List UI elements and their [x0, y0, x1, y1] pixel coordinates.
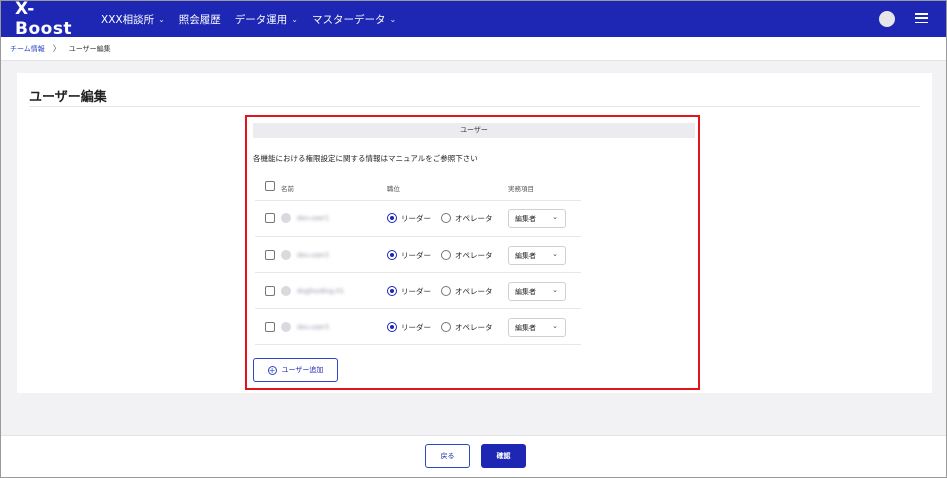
task-select-value: 編集者 — [515, 252, 536, 260]
user-avatar — [281, 213, 291, 223]
main-card: ユーザー編集 ユーザー 各機能における権限設定に関する情報はマニュアルをご参照下… — [17, 73, 932, 393]
task-select[interactable]: 編集者 ⌄ — [508, 209, 566, 228]
task-select-value: 編集者 — [515, 215, 536, 223]
role-radio-label: オペレータ — [455, 287, 493, 296]
task-select-value: 編集者 — [515, 324, 536, 332]
row-checkbox[interactable] — [265, 322, 275, 332]
row-divider — [255, 272, 581, 273]
user-name: dogfooding.01 — [297, 287, 344, 295]
user-avatar — [281, 322, 291, 332]
page-title: ユーザー編集 — [29, 90, 107, 105]
role-radio-label: リーダー — [401, 251, 431, 260]
breadcrumb: チーム情報 〉 ユーザー編集 — [1, 37, 946, 61]
select-all-checkbox[interactable] — [265, 181, 275, 191]
back-button[interactable]: 戻る — [425, 444, 470, 468]
chevron-down-icon: ⌄ — [291, 14, 298, 24]
nav-item-data-ops[interactable]: データ運用 ⌄ — [235, 12, 298, 27]
chevron-down-icon: ⌄ — [389, 14, 397, 24]
nav-item-label: 照会履歴 — [178, 13, 221, 26]
row-checkbox[interactable] — [265, 286, 275, 296]
role-radio-leader[interactable] — [387, 213, 397, 223]
hamburger-menu-icon[interactable] — [915, 13, 928, 24]
breadcrumb-separator-icon: 〉 — [52, 44, 61, 53]
row-checkbox[interactable] — [265, 213, 275, 223]
add-user-label: ユーザー追加 — [281, 366, 324, 374]
user-avatar — [281, 286, 291, 296]
nav-item-inquiry-history[interactable]: 照会履歴 — [179, 12, 221, 27]
role-radio-leader[interactable] — [387, 322, 397, 332]
nav-item-label: マスターデータ — [312, 13, 386, 26]
role-radio-operator[interactable] — [441, 213, 451, 223]
section-header: ユーザー — [253, 123, 695, 138]
chevron-down-icon: ⌄ — [552, 322, 558, 330]
nav-item-label: データ運用 — [234, 13, 288, 26]
row-divider — [255, 236, 581, 237]
footer-bar: 戻る 確認 — [1, 435, 946, 477]
role-radio-leader[interactable] — [387, 250, 397, 260]
role-radio-operator[interactable] — [441, 286, 451, 296]
role-radio-label: オペレータ — [455, 214, 493, 223]
nav-item-label: XXX相談所 — [101, 13, 155, 26]
role-radio-operator[interactable] — [441, 250, 451, 260]
column-header-role: 職位 — [387, 185, 400, 193]
add-user-button[interactable]: + ユーザー追加 — [253, 358, 338, 382]
chevron-down-icon: ⌄ — [552, 286, 558, 294]
task-select[interactable]: 編集者 ⌄ — [508, 282, 566, 301]
role-radio-leader[interactable] — [387, 286, 397, 296]
role-radio-label: リーダー — [401, 323, 431, 332]
column-header-task: 実務項目 — [508, 185, 534, 193]
confirm-button[interactable]: 確認 — [481, 444, 526, 468]
user-name: dev.user1 — [297, 214, 329, 222]
chevron-down-icon: ⌄ — [158, 14, 165, 24]
nav-item-master-data[interactable]: マスターデータ ⌄ — [312, 12, 396, 27]
user-avatar-button[interactable] — [879, 11, 895, 27]
row-checkbox[interactable] — [265, 250, 275, 260]
role-radio-label: オペレータ — [455, 251, 493, 260]
row-divider — [255, 200, 581, 201]
column-header-name: 名前 — [281, 185, 294, 193]
row-divider — [255, 308, 581, 309]
nav-item-consultation[interactable]: XXX相談所 ⌄ — [101, 12, 165, 27]
breadcrumb-link-team-info[interactable]: チーム情報 — [10, 44, 45, 54]
role-radio-label: リーダー — [401, 214, 431, 223]
task-select[interactable]: 編集者 ⌄ — [508, 318, 566, 337]
manual-notice: 各機能における権限設定に関する情報はマニュアルをご参照下さい — [253, 154, 478, 163]
app-frame: X-Boost XXX相談所 ⌄ 照会履歴 データ運用 ⌄ マスターデータ ⌄ … — [0, 0, 947, 478]
app-logo[interactable]: X-Boost — [15, 1, 87, 39]
chevron-down-icon: ⌄ — [552, 250, 558, 258]
top-nav: X-Boost XXX相談所 ⌄ 照会履歴 データ運用 ⌄ マスターデータ ⌄ — [1, 1, 946, 39]
role-radio-label: リーダー — [401, 287, 431, 296]
user-avatar — [281, 250, 291, 260]
plus-circle-icon: + — [267, 365, 277, 375]
row-divider — [255, 344, 581, 345]
task-select-value: 編集者 — [515, 288, 536, 296]
role-radio-label: オペレータ — [455, 323, 493, 332]
task-select[interactable]: 編集者 ⌄ — [508, 246, 566, 265]
breadcrumb-current: ユーザー編集 — [68, 44, 111, 53]
user-name: dev.user3 — [297, 323, 329, 331]
role-radio-operator[interactable] — [441, 322, 451, 332]
chevron-down-icon: ⌄ — [552, 213, 558, 221]
user-name: dev.user2 — [297, 251, 329, 259]
divider — [29, 106, 920, 107]
